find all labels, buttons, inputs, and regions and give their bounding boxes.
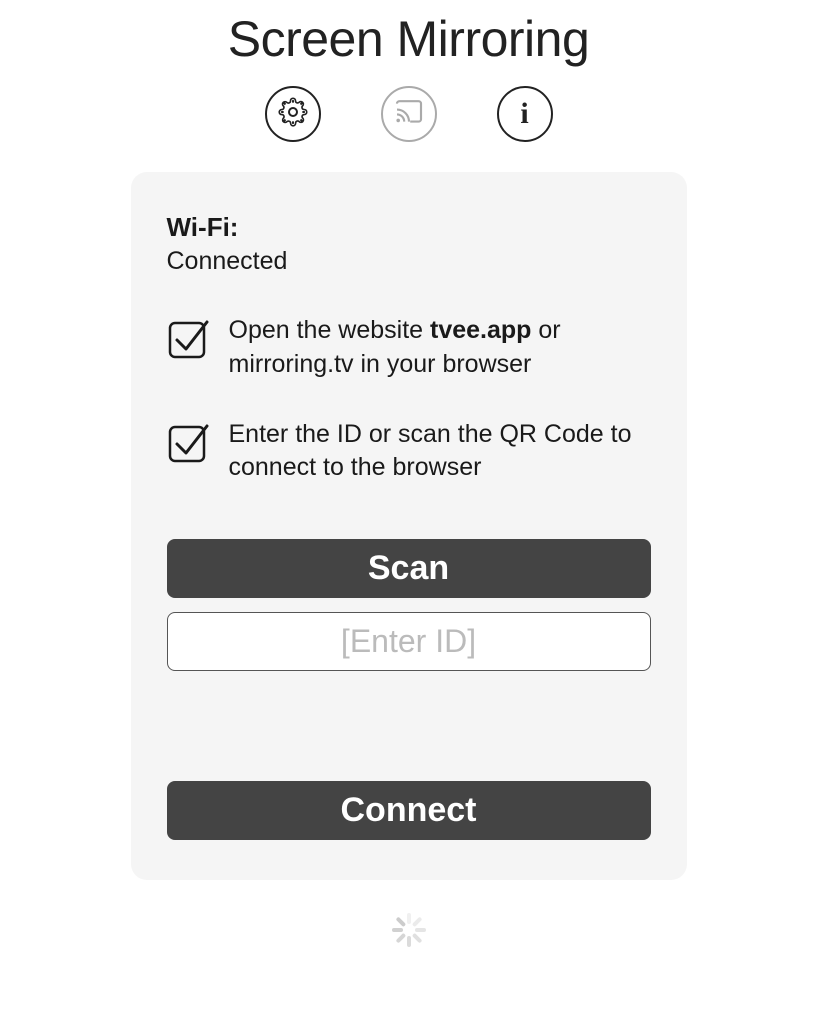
icon-row: i [265,86,553,142]
connect-button[interactable]: Connect [167,781,651,840]
main-card: Wi-Fi: Connected Open the website tvee.a… [131,172,687,880]
page-title: Screen Mirroring [228,10,590,68]
checkbox-icon [167,418,211,469]
cast-icon [394,100,424,129]
wifi-label: Wi-Fi: [167,212,651,243]
wifi-status: Connected [167,247,651,276]
settings-button[interactable] [265,86,321,142]
cast-button[interactable] [381,86,437,142]
checkbox-icon [167,314,211,365]
scan-button[interactable]: Scan [167,539,651,598]
info-button[interactable]: i [497,86,553,142]
id-input[interactable] [167,612,651,671]
loading-spinner [389,910,429,950]
step-1: Open the website tvee.app or mirroring.t… [167,314,651,382]
step-1-text: Open the website tvee.app or mirroring.t… [229,314,651,382]
step-2-text: Enter the ID or scan the QR Code to conn… [229,418,651,486]
info-icon: i [520,97,528,131]
step-2: Enter the ID or scan the QR Code to conn… [167,418,651,486]
gear-icon [278,97,308,132]
